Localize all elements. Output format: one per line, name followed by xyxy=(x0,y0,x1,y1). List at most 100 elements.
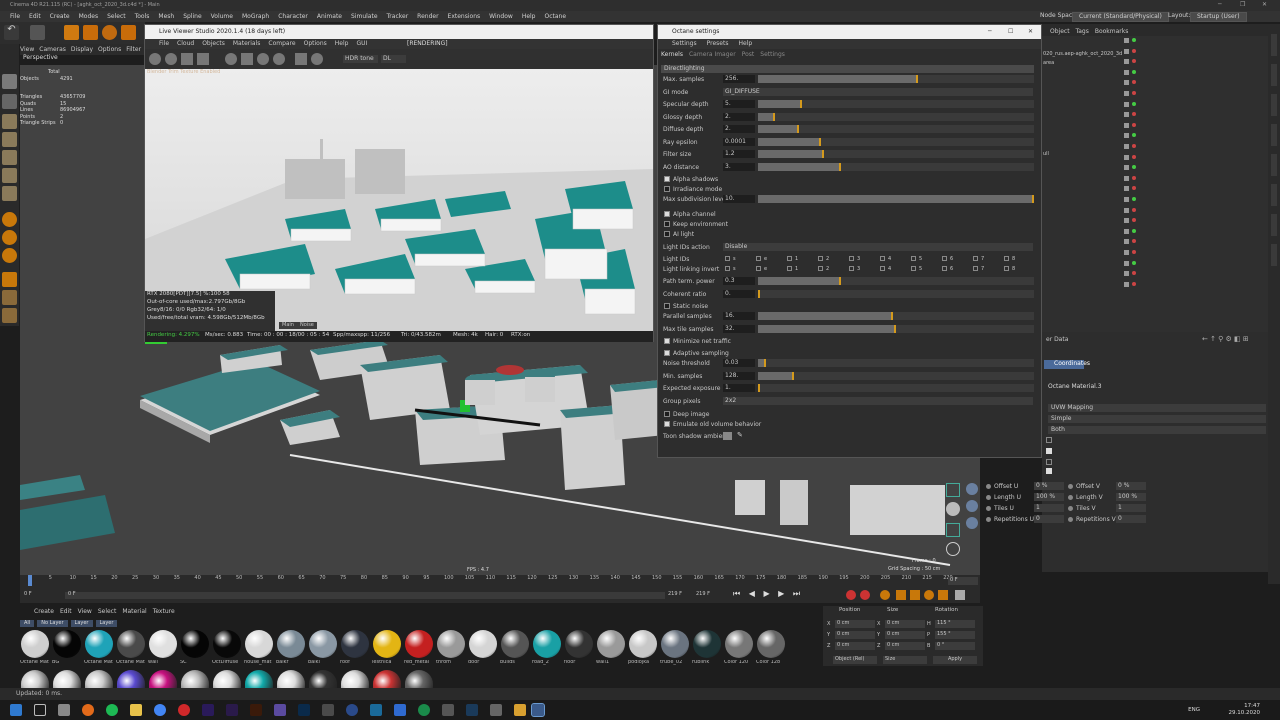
visibility-dot-icon[interactable] xyxy=(1124,48,1129,54)
os-menu-presets[interactable]: Presets xyxy=(707,41,729,47)
mm-menu-material[interactable]: Material xyxy=(122,608,146,615)
param-slider[interactable] xyxy=(758,75,1034,83)
coord-mode-select[interactable]: Object (Rel) xyxy=(833,656,877,664)
snap-settings-icon[interactable] xyxy=(2,230,17,245)
move-icon[interactable] xyxy=(64,25,79,40)
tag-dot-icon[interactable] xyxy=(1132,122,1136,127)
light-id-checkbox[interactable] xyxy=(880,256,885,261)
light-id-checkbox[interactable] xyxy=(942,265,947,271)
visibility-dot-icon[interactable] xyxy=(1124,175,1129,181)
mm-menu-view[interactable]: View xyxy=(78,608,92,615)
point-mode-icon[interactable] xyxy=(2,150,17,165)
playhead[interactable] xyxy=(28,575,32,586)
checkbox[interactable] xyxy=(664,176,670,182)
uvw-value[interactable]: 1 xyxy=(1116,504,1146,512)
tag-dot-icon[interactable] xyxy=(1132,48,1136,53)
visibility-dot-icon[interactable] xyxy=(1124,133,1129,139)
active-app-icon[interactable] xyxy=(531,703,545,717)
menu-mesh[interactable]: Mesh xyxy=(158,13,174,20)
light-id-checkbox[interactable] xyxy=(787,256,792,261)
close-button[interactable]: ✕ xyxy=(1262,2,1267,8)
tag-dot-icon[interactable] xyxy=(1132,271,1136,276)
material-swatch[interactable]: roof xyxy=(340,630,370,668)
menu-tools[interactable]: Tools xyxy=(135,13,150,20)
param-value[interactable]: 2. xyxy=(723,112,755,121)
material-ball-row2[interactable] xyxy=(85,670,113,688)
lv-menu-cloud[interactable]: Cloud xyxy=(177,41,194,47)
menu-help[interactable]: Help xyxy=(522,13,536,20)
checkbox-row[interactable]: Emulate old volume behavior xyxy=(663,420,863,429)
mix-select[interactable]: Both xyxy=(1048,426,1266,434)
os-tab-kernels[interactable]: Kernels xyxy=(661,52,683,58)
checkbox-row[interactable]: Minimize net traffic xyxy=(663,337,863,346)
light-id-checkbox[interactable] xyxy=(849,256,854,261)
toon-color-swatch[interactable] xyxy=(723,432,732,440)
nav-view-icon[interactable] xyxy=(946,523,960,537)
coord-field[interactable]: 0 cm xyxy=(835,620,875,628)
material-swatch[interactable]: rublink xyxy=(692,630,722,668)
light-id-checkbox[interactable] xyxy=(787,265,792,271)
autokey-icon[interactable] xyxy=(860,590,870,600)
menu-render[interactable]: Render xyxy=(417,13,438,20)
attr-checkbox-3[interactable] xyxy=(1046,459,1052,465)
checkbox-row[interactable]: Deep image xyxy=(663,410,863,419)
search-icon[interactable] xyxy=(34,704,46,716)
side-select[interactable]: Simple xyxy=(1048,415,1266,423)
cube-icon[interactable] xyxy=(2,74,17,89)
light-id-checkbox[interactable] xyxy=(725,265,730,271)
light-id-checkbox[interactable] xyxy=(942,256,947,261)
cinema4d-icon[interactable] xyxy=(346,704,358,716)
end-frame-a[interactable]: 219 F xyxy=(668,592,682,597)
mm-menu-edit[interactable]: Edit xyxy=(60,608,72,615)
checkbox-row[interactable]: AI light xyxy=(663,230,863,239)
visibility-dot-icon[interactable] xyxy=(1124,38,1129,43)
coord-field[interactable]: 0 cm xyxy=(885,620,925,628)
chrome-icon[interactable] xyxy=(154,704,166,716)
checkbox-row[interactable]: Alpha channel xyxy=(663,210,863,219)
material-swatch[interactable]: balki xyxy=(308,630,338,668)
uvw-radio-icon[interactable] xyxy=(986,495,991,500)
viewport-menu-cameras[interactable]: Cameras xyxy=(39,46,66,53)
apply-button[interactable]: Apply xyxy=(933,656,977,664)
spotify-icon[interactable] xyxy=(106,704,118,716)
checkbox[interactable] xyxy=(664,411,670,417)
visibility-dot-icon[interactable] xyxy=(1124,101,1129,107)
key-pos-icon[interactable] xyxy=(896,590,906,600)
os-tab-settings[interactable]: Settings xyxy=(760,52,785,58)
nav-rotate-icon[interactable] xyxy=(946,542,960,556)
material-swatch[interactable]: wall xyxy=(148,630,178,668)
menu-extensions[interactable]: Extensions xyxy=(448,13,481,20)
snap-icon[interactable] xyxy=(2,212,17,227)
param-value[interactable]: 0. xyxy=(723,289,755,298)
obj-tab-bookmarks[interactable]: Bookmarks xyxy=(1095,29,1129,35)
attr-checkbox-1[interactable] xyxy=(1046,437,1052,443)
param-value[interactable]: 0.03 xyxy=(723,359,755,367)
folder-icon[interactable] xyxy=(514,704,526,716)
material-ball-row2[interactable] xyxy=(21,670,49,688)
material-swatch[interactable]: podlojka xyxy=(628,630,658,668)
firefox-icon[interactable] xyxy=(82,704,94,716)
start-icon[interactable] xyxy=(10,704,22,716)
visibility-dot-icon[interactable] xyxy=(1124,80,1129,86)
material-ball-row2[interactable] xyxy=(213,670,241,688)
tag-dot-icon[interactable] xyxy=(1132,165,1136,170)
uvw-radio-icon[interactable] xyxy=(1068,484,1073,489)
visibility-dot-icon[interactable] xyxy=(1124,239,1129,245)
tag-dot-icon[interactable] xyxy=(1132,91,1136,95)
edge-mode-icon[interactable] xyxy=(2,168,17,183)
whatsapp-icon[interactable] xyxy=(418,704,430,716)
coord-field[interactable]: 0 cm xyxy=(835,642,875,650)
tag-dot-icon[interactable] xyxy=(1132,260,1136,265)
coord-field[interactable]: 115 ° xyxy=(935,620,975,628)
material-ball-row2[interactable] xyxy=(117,670,145,688)
uvw-radio-icon[interactable] xyxy=(986,517,991,522)
app-b-icon[interactable] xyxy=(442,704,454,716)
axis-icon[interactable] xyxy=(2,308,17,323)
menu-animate[interactable]: Animate xyxy=(317,13,342,20)
side-tab[interactable] xyxy=(1271,244,1277,266)
tag-dot-icon[interactable] xyxy=(1132,281,1136,286)
param-slider[interactable] xyxy=(758,112,1034,121)
os-minimize-button[interactable]: ─ xyxy=(988,29,992,35)
locked-workplane-icon[interactable] xyxy=(2,290,17,305)
poly-mode-icon[interactable] xyxy=(2,186,17,201)
